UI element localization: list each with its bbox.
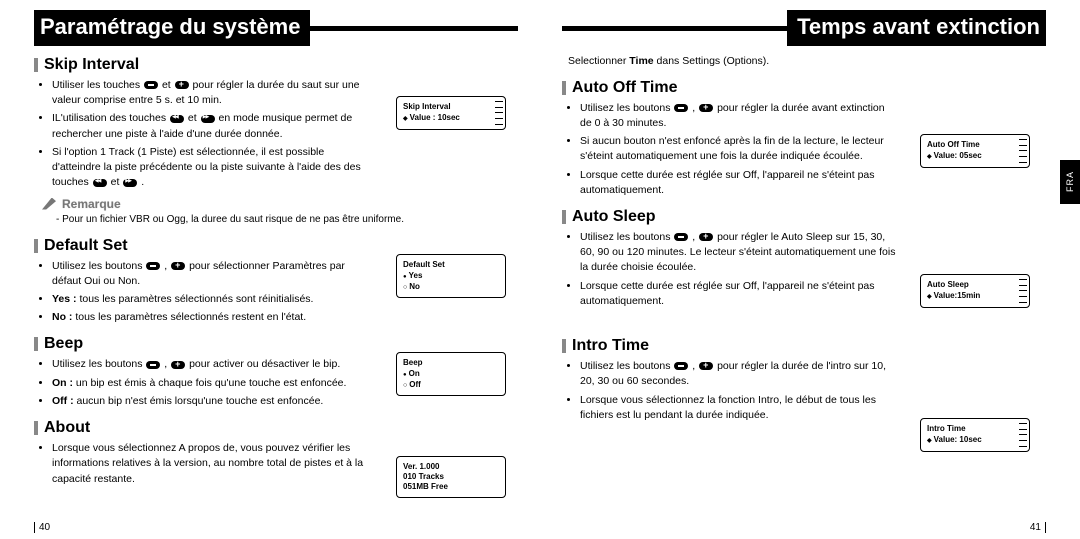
note-body: Pour un fichier VBR ou Ogg, la duree du …	[56, 213, 416, 227]
lcd-title: Default Set	[403, 260, 499, 270]
note-title: Remarque	[62, 197, 121, 211]
list-item: Utilisez les boutons , pour activer ou d…	[52, 357, 369, 372]
page-number-right: 41	[1030, 522, 1046, 533]
lcd-intro-time: Intro Time Value: 10sec	[920, 418, 1030, 452]
section-about: About	[34, 419, 518, 437]
lcd-value: Value : 10sec	[403, 113, 499, 124]
heading-bar-icon	[562, 81, 566, 95]
section-auto-sleep: Auto Sleep	[562, 208, 1046, 226]
list-item: On : un bip est émis à chaque fois qu'un…	[52, 376, 369, 391]
section-skip-interval: Skip Interval	[34, 56, 518, 74]
plus-icon	[699, 104, 713, 112]
rewind-icon	[170, 115, 184, 123]
minus-icon	[146, 262, 160, 270]
lcd-title: Auto Sleep	[927, 280, 1023, 290]
list-item: Utilisez les boutons , pour sélectionner…	[52, 259, 369, 289]
lcd-line: 051MB Free	[403, 482, 499, 492]
section-auto-off: Auto Off Time	[562, 79, 1046, 97]
auto-off-list: Utilisez les boutons , pour régler la du…	[562, 101, 897, 198]
intro-line: Selectionner Time dans Settings (Options…	[568, 54, 1046, 69]
lcd-auto-off: Auto Off Time Value: 05sec	[920, 134, 1030, 168]
heading-bar-icon	[34, 239, 38, 253]
header-title-right: Temps avant extinction	[787, 10, 1046, 46]
header-stripe	[310, 26, 518, 31]
page-header-right: Temps avant extinction	[562, 10, 1046, 46]
lcd-skip-interval: Skip Interval Value : 10sec	[396, 96, 506, 130]
heading-bar-icon	[562, 210, 566, 224]
header-stripe	[562, 26, 787, 31]
page-header-left: Paramétrage du système	[34, 10, 518, 46]
plus-icon	[171, 262, 185, 270]
heading-bar-icon	[34, 337, 38, 351]
lcd-value: Value: 10sec	[927, 435, 1023, 446]
page-number-left: 40	[34, 522, 50, 533]
lcd-title: Intro Time	[927, 424, 1023, 434]
lcd-about: Ver. 1.000 010 Tracks 051MB Free	[396, 456, 506, 498]
lcd-auto-sleep: Auto Sleep Value:15min	[920, 274, 1030, 308]
list-item: No : tous les paramètres sélectionnés re…	[52, 310, 369, 325]
intro-time-list: Utilisez les boutons , pour régler la du…	[562, 359, 897, 423]
lcd-title: Skip Interval	[403, 102, 499, 112]
note-heading: Remarque	[42, 197, 518, 211]
lcd-option: Off	[403, 380, 499, 391]
plus-icon	[171, 361, 185, 369]
list-item: Yes : tous les paramètres sélectionnés s…	[52, 292, 369, 307]
minus-icon	[674, 362, 688, 370]
list-item: IL'utilisation des touches et en mode mu…	[52, 111, 369, 141]
section-title: Auto Off Time	[572, 79, 677, 97]
list-item: Lorsque vous sélectionnez A propos de, v…	[52, 441, 369, 487]
section-default-set: Default Set	[34, 237, 518, 255]
plus-icon	[175, 81, 189, 89]
lcd-default-set: Default Set Yes No	[396, 254, 506, 298]
list-item: Si l'option 1 Track (1 Piste) est sélect…	[52, 145, 369, 191]
lcd-line: 010 Tracks	[403, 472, 499, 482]
list-item: Utilisez les boutons , pour régler la du…	[580, 101, 897, 131]
list-item: Lorsque cette durée est réglée sur Off, …	[580, 279, 897, 309]
beep-list: Utilisez les boutons , pour activer ou d…	[34, 357, 369, 409]
lcd-option: Yes	[403, 271, 499, 282]
lcd-title: Auto Off Time	[927, 140, 1023, 150]
section-intro-time: Intro Time	[562, 337, 1046, 355]
minus-icon	[146, 361, 160, 369]
section-beep: Beep	[34, 335, 518, 353]
section-title: Default Set	[44, 237, 128, 255]
section-title: About	[44, 419, 90, 437]
lcd-option: No	[403, 282, 499, 293]
minus-icon	[674, 104, 688, 112]
lcd-title: Beep	[403, 358, 499, 368]
heading-bar-icon	[562, 339, 566, 353]
lcd-value: Value: 05sec	[927, 151, 1023, 162]
auto-sleep-list: Utilisez les boutons , pour régler le Au…	[562, 230, 897, 309]
lcd-value: Value:15min	[927, 291, 1023, 302]
pencil-icon	[42, 198, 56, 210]
list-item: Utiliser les touches et pour régler la d…	[52, 78, 369, 108]
language-tab: FRA	[1060, 160, 1080, 204]
forward-icon	[201, 115, 215, 123]
default-set-list: Utilisez les boutons , pour sélectionner…	[34, 259, 369, 326]
lcd-beep: Beep On Off	[396, 352, 506, 396]
section-title: Skip Interval	[44, 56, 139, 74]
list-item: Lorsque vous sélectionnez la fonction In…	[580, 393, 897, 423]
list-item: Utilisez les boutons , pour régler la du…	[580, 359, 897, 389]
list-item: Off : aucun bip n'est émis lorsqu'une to…	[52, 394, 369, 409]
section-title: Intro Time	[572, 337, 649, 355]
list-item: Lorsque cette durée est réglée sur Off, …	[580, 168, 897, 198]
rewind-icon	[93, 179, 107, 187]
list-item: Utilisez les boutons , pour régler le Au…	[580, 230, 897, 276]
lcd-option: On	[403, 369, 499, 380]
skip-interval-list: Utiliser les touches et pour régler la d…	[34, 78, 369, 191]
section-title: Beep	[44, 335, 83, 353]
lcd-line: Ver. 1.000	[403, 462, 499, 472]
about-list: Lorsque vous sélectionnez A propos de, v…	[34, 441, 369, 487]
minus-icon	[144, 81, 158, 89]
plus-icon	[699, 362, 713, 370]
minus-icon	[674, 233, 688, 241]
plus-icon	[699, 233, 713, 241]
heading-bar-icon	[34, 421, 38, 435]
heading-bar-icon	[34, 58, 38, 72]
header-title-left: Paramétrage du système	[34, 10, 310, 46]
section-title: Auto Sleep	[572, 208, 656, 226]
forward-icon	[123, 179, 137, 187]
list-item: Si aucun bouton n'est enfoncé après la f…	[580, 134, 897, 164]
